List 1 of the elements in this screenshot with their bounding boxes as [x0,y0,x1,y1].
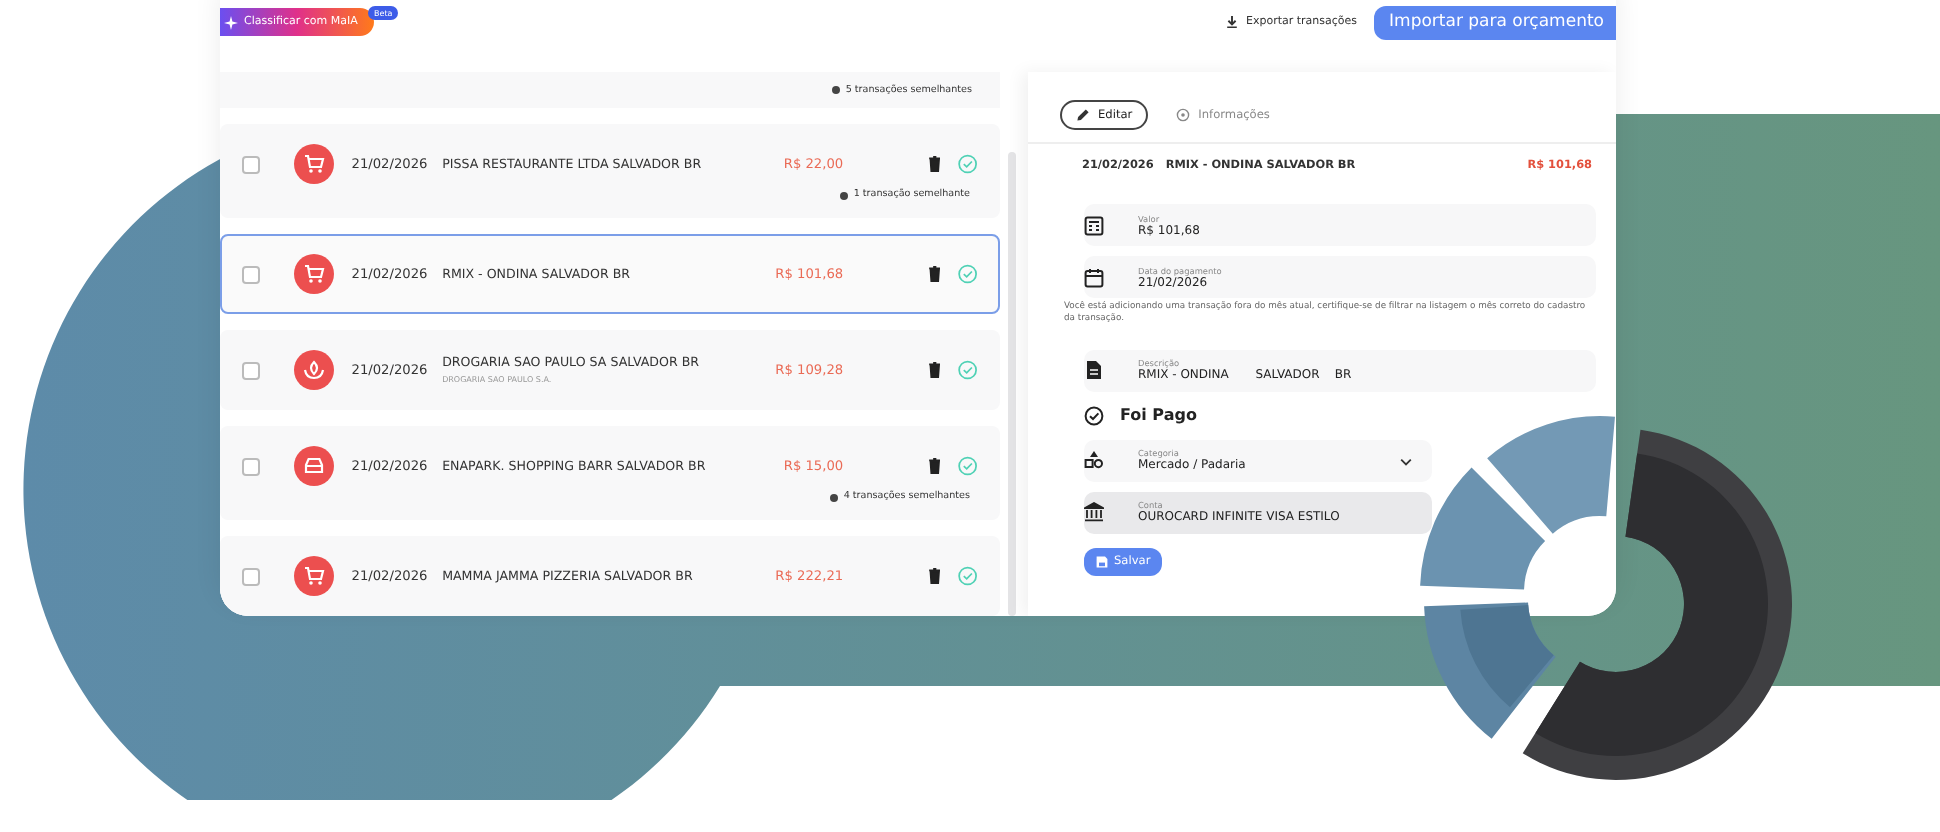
paid-label: Foi Pago [1120,406,1197,425]
